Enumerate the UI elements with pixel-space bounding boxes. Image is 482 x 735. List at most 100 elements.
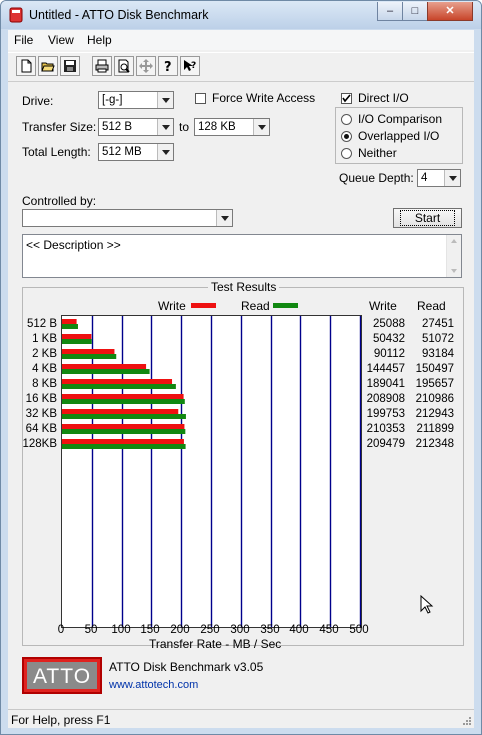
- col-read-header: Read: [417, 299, 446, 313]
- resize-grip-icon[interactable]: [461, 715, 472, 726]
- force-write-checkbox[interactable]: [195, 93, 206, 104]
- read-value: 210986: [415, 393, 454, 405]
- save-button[interactable]: [60, 56, 80, 76]
- minimize-button[interactable]: –: [377, 2, 403, 21]
- write-bar: [62, 349, 115, 354]
- print-preview-button[interactable]: [114, 56, 134, 76]
- write-bar: [62, 424, 185, 429]
- read-value: 212943: [415, 408, 454, 420]
- title-bar[interactable]: Untitled - ATTO Disk Benchmark – □ ✕: [1, 1, 481, 29]
- move-button[interactable]: [136, 56, 156, 76]
- close-button[interactable]: ✕: [427, 2, 473, 21]
- maximize-button[interactable]: □: [402, 2, 428, 21]
- overlapped-io-radio[interactable]: [341, 131, 352, 142]
- write-value: 50432: [373, 333, 405, 345]
- x-tick-label: 0: [57, 624, 65, 636]
- read-bar: [62, 384, 176, 389]
- overlapped-io-label: Overlapped I/O: [358, 129, 440, 143]
- status-bar: For Help, press F1: [8, 709, 474, 728]
- print-button[interactable]: [92, 56, 112, 76]
- write-value: 210353: [366, 423, 405, 435]
- x-tick-label: 300: [230, 624, 250, 636]
- context-help-icon: ?: [184, 60, 196, 71]
- legend-write-label: Write: [158, 299, 186, 313]
- read-value: 195657: [415, 378, 454, 390]
- force-write-label: Force Write Access: [212, 91, 316, 105]
- mouse-cursor-icon: [420, 595, 434, 614]
- total-length-select[interactable]: 512 MB: [98, 143, 174, 161]
- x-tick-label: 350: [260, 624, 280, 636]
- menu-view[interactable]: View: [48, 33, 74, 47]
- controlled-by-select[interactable]: [22, 209, 233, 227]
- open-button[interactable]: [38, 56, 58, 76]
- x-tick-label: 250: [200, 624, 220, 636]
- read-value: 51072: [422, 333, 454, 345]
- website-link[interactable]: www.attotech.com: [109, 679, 198, 691]
- read-value: 93184: [422, 348, 454, 360]
- menu-bar: File View Help: [8, 30, 474, 50]
- move-icon: [139, 59, 153, 73]
- app-window: Untitled - ATTO Disk Benchmark – □ ✕ Fil…: [0, 0, 482, 735]
- transfer-size-label: 16 KB: [25, 393, 57, 405]
- write-value: 208908: [366, 393, 405, 405]
- new-icon: [21, 59, 32, 73]
- neither-radio[interactable]: [341, 148, 352, 159]
- transfer-size-label: 64 KB: [25, 423, 57, 435]
- close-icon: ✕: [445, 5, 455, 17]
- read-bar: [62, 444, 186, 449]
- x-tick-label: 500: [349, 624, 369, 636]
- write-value: 189041: [366, 378, 405, 390]
- direct-io-label: Direct I/O: [358, 91, 409, 105]
- atto-logo: ATTO: [22, 657, 102, 694]
- check-icon: [342, 94, 351, 103]
- save-icon: [64, 60, 76, 72]
- write-bar: [62, 379, 173, 384]
- transfer-size-to-select[interactable]: 128 KB: [194, 118, 270, 136]
- read-bar: [62, 339, 92, 344]
- read-bar: [62, 354, 117, 359]
- x-axis-label: Transfer Rate - MB / Sec: [149, 637, 282, 651]
- window-title: Untitled - ATTO Disk Benchmark: [29, 8, 209, 22]
- scroll-up-icon: [451, 239, 457, 243]
- direct-io-checkbox[interactable]: [341, 93, 352, 104]
- svg-text:?: ?: [164, 60, 172, 73]
- description-scrollbar[interactable]: [446, 235, 461, 277]
- write-value: 144457: [366, 363, 405, 375]
- help-button[interactable]: ?: [158, 56, 178, 76]
- transfer-size-from-select[interactable]: 512 B: [98, 118, 174, 136]
- x-tick-label: 450: [319, 624, 339, 636]
- start-button[interactable]: Start: [393, 208, 462, 228]
- chevron-down-icon: [157, 144, 173, 160]
- io-comparison-radio[interactable]: [341, 114, 352, 125]
- drive-value: [-g-]: [102, 94, 123, 106]
- x-tick-label: 400: [289, 624, 309, 636]
- read-value: 211899: [416, 423, 454, 435]
- chevron-down-icon: [157, 119, 173, 135]
- context-help-button[interactable]: ?: [180, 56, 200, 76]
- write-bar: [62, 334, 92, 339]
- results-chart: [61, 315, 362, 628]
- read-value: 150497: [415, 363, 454, 375]
- drive-select[interactable]: [-g-]: [98, 91, 174, 109]
- chevron-down-icon: [157, 92, 173, 108]
- open-icon: [41, 62, 55, 72]
- new-button[interactable]: [16, 56, 36, 76]
- menu-file[interactable]: File: [14, 33, 33, 47]
- write-value: 199753: [366, 408, 405, 420]
- read-bar: [62, 369, 150, 374]
- menu-help[interactable]: Help: [87, 33, 112, 47]
- chevron-down-icon: [253, 119, 269, 135]
- transfer-size-label: 2 KB: [32, 348, 57, 360]
- write-bar: [62, 439, 184, 444]
- transfer-size-label: 1 KB: [32, 333, 57, 345]
- status-text: For Help, press F1: [11, 713, 111, 727]
- print-icon: [95, 59, 109, 73]
- description-field[interactable]: << Description >>: [22, 234, 462, 278]
- read-bar: [62, 399, 185, 404]
- minimize-icon: –: [386, 5, 394, 17]
- col-write-header: Write: [369, 299, 397, 313]
- read-bar: [62, 429, 186, 434]
- queue-depth-select[interactable]: 4: [417, 169, 461, 187]
- transfer-size-label: Transfer Size:: [22, 120, 97, 134]
- queue-depth-value: 4: [421, 172, 428, 184]
